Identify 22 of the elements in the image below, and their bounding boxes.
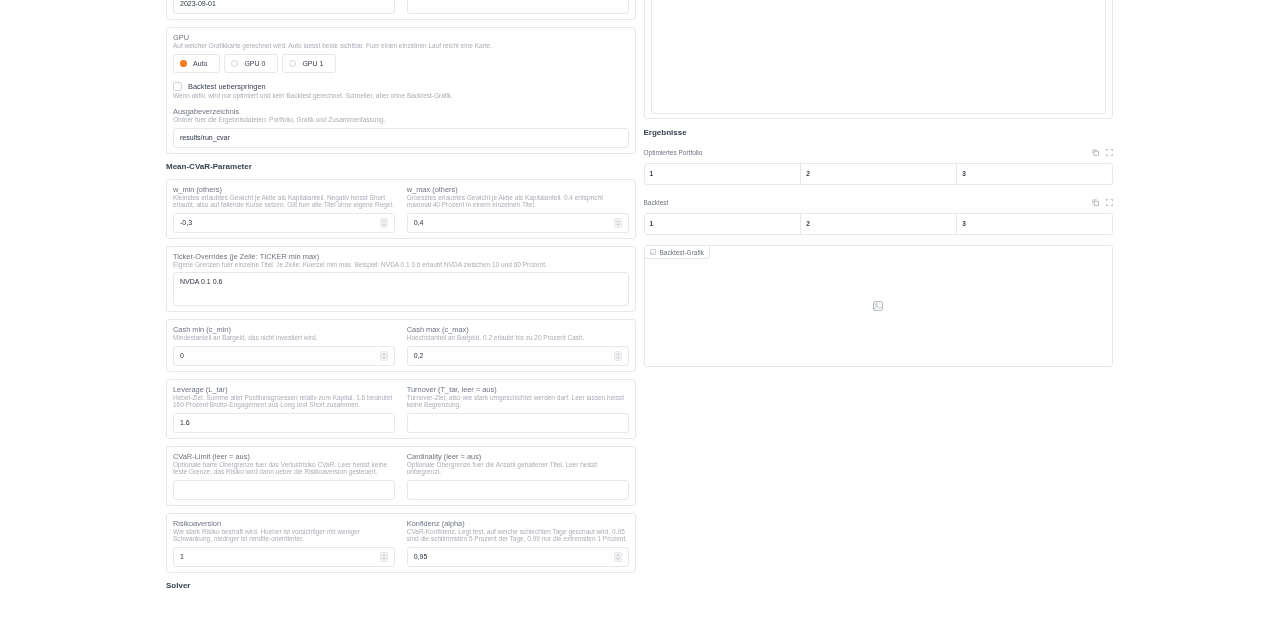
spinner-icon[interactable] bbox=[379, 551, 388, 562]
section-heading: Mean-CVaR-Parameter bbox=[166, 161, 253, 172]
copy-icon[interactable] bbox=[1092, 198, 1099, 206]
fullscreen-icon[interactable] bbox=[1106, 148, 1113, 156]
spinner-icon[interactable] bbox=[379, 217, 388, 228]
copy-icon[interactable] bbox=[1092, 148, 1099, 156]
spinner-icon[interactable] bbox=[613, 551, 622, 562]
image-icon bbox=[649, 249, 656, 255]
spinner-icon[interactable] bbox=[379, 350, 388, 361]
section-heading: Solver bbox=[166, 580, 192, 591]
section-heading: Ergebnisse bbox=[643, 128, 688, 138]
radio-button[interactable] bbox=[289, 59, 297, 67]
fullscreen-icon[interactable] bbox=[1106, 198, 1113, 206]
radio-button[interactable] bbox=[231, 59, 239, 67]
input-field[interactable] bbox=[406, 479, 629, 500]
spinner-icon[interactable] bbox=[613, 217, 622, 228]
checkbox[interactable] bbox=[173, 82, 182, 91]
input-field[interactable] bbox=[406, 412, 629, 433]
image-placeholder-icon bbox=[873, 301, 884, 311]
spinner-icon[interactable] bbox=[613, 350, 622, 361]
radio-button[interactable] bbox=[180, 59, 187, 67]
input-field[interactable] bbox=[173, 479, 395, 500]
